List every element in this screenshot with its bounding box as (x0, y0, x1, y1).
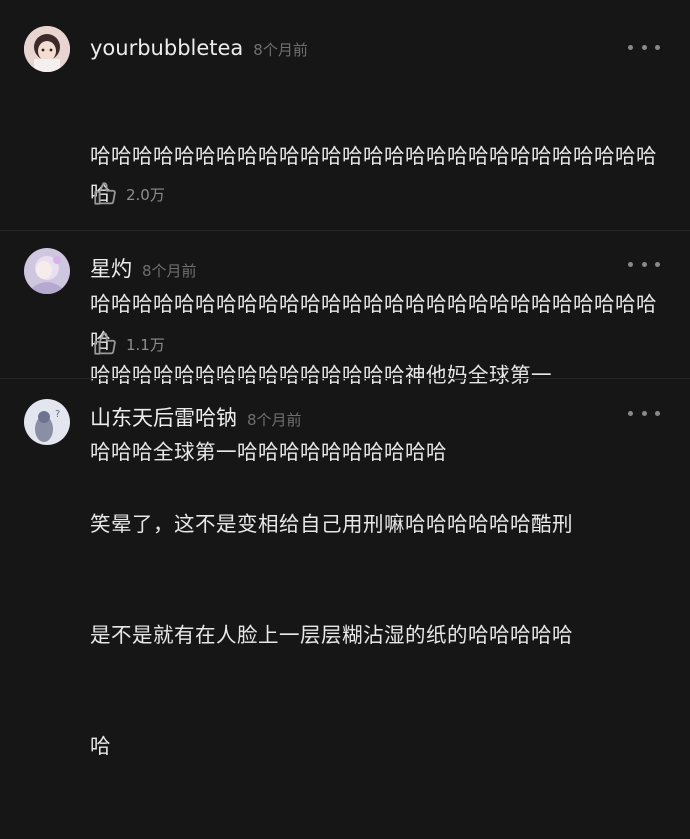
comment-text: 笑晕了，这不是变相给自己用刑嘛哈哈哈哈哈哈酷刑 是不是就有在人脸上一层层糊沾湿的… (90, 432, 670, 839)
svg-text:?: ? (55, 409, 60, 420)
more-dots-icon[interactable] (628, 257, 660, 271)
comment-line: 哈哈哈哈哈哈哈哈哈哈哈哈哈哈哈哈哈哈哈哈哈哈哈哈哈哈哈哈 (90, 144, 657, 205)
comment-line: 哈 (90, 734, 111, 758)
comment-header: 山东天后雷哈钠 8个月前 (90, 402, 302, 432)
like-button[interactable]: 1.1万 (92, 331, 165, 357)
more-dots-icon[interactable] (628, 406, 660, 420)
username[interactable]: yourbubbletea (90, 36, 243, 60)
timestamp: 8个月前 (142, 262, 197, 280)
thumbs-up-icon (94, 182, 116, 205)
avatar[interactable] (24, 248, 70, 294)
thumbs-up-icon (94, 332, 116, 355)
like-count: 2.0万 (126, 185, 165, 204)
comment-line: 哈哈哈哈哈哈哈哈哈哈哈哈哈哈哈神他妈全球第一 (90, 363, 552, 387)
username[interactable]: 山东天后雷哈钠 (90, 402, 237, 432)
timestamp: 8个月前 (253, 41, 308, 59)
like-button[interactable]: 2.0万 (92, 181, 165, 207)
like-count: 1.1万 (126, 335, 165, 354)
username[interactable]: 星灼 (90, 253, 132, 283)
comment-line: 是不是就有在人脸上一层层糊沾湿的纸的哈哈哈哈哈 (90, 623, 573, 647)
avatar[interactable]: ? (24, 399, 70, 445)
divider (0, 230, 690, 231)
cartoon-avatar-icon: ? (24, 399, 70, 445)
more-dots-icon[interactable] (628, 40, 660, 54)
timestamp: 8个月前 (247, 411, 302, 429)
avatar[interactable] (24, 26, 70, 72)
comment-line: 笑晕了，这不是变相给自己用刑嘛哈哈哈哈哈哈酷刑 (90, 512, 573, 536)
comment-header: 星灼 8个月前 (90, 253, 197, 283)
girl-avatar-icon (24, 26, 70, 72)
divider (0, 378, 690, 379)
anime-avatar-icon (24, 248, 70, 294)
comment-header: yourbubbletea 8个月前 (90, 36, 308, 60)
